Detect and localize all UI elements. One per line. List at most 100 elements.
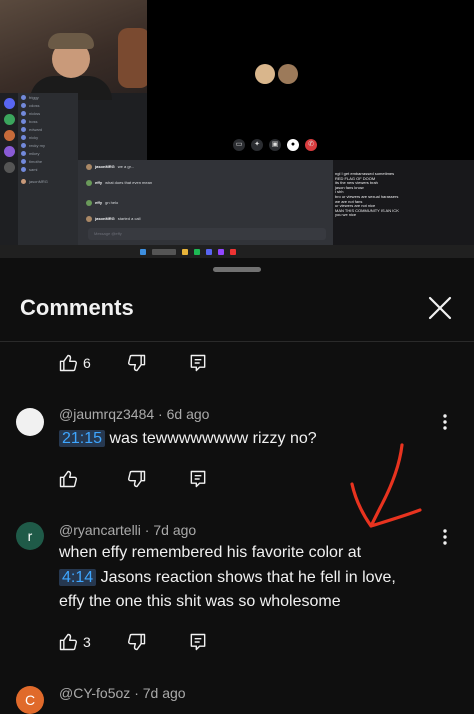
stream-chat-overlay: ngl I get embarrassed sometimes RED FLAG… <box>333 160 474 248</box>
call-controls: ▭ ✦ ▣ ● ✆ <box>233 139 317 151</box>
member-item[interactable]: nicky <box>18 133 78 141</box>
member-item[interactable]: cdoss <box>18 101 78 109</box>
member-avatar <box>21 142 26 148</box>
like-count: 3 <box>83 634 91 650</box>
comment-body: was tewwwwwwww rizzy no? <box>109 430 317 447</box>
member-name: recky my <box>29 142 45 148</box>
dislike-icon[interactable] <box>127 469 147 489</box>
server-rail <box>0 93 18 248</box>
server-icon[interactable] <box>3 162 15 173</box>
reply-icon[interactable] <box>188 353 208 373</box>
meta-separator: · <box>134 685 139 701</box>
like-icon[interactable] <box>58 353 78 373</box>
screenshare-icon[interactable]: ▣ <box>269 139 281 151</box>
chat-author: effy <box>95 180 103 185</box>
avatar-letter: C <box>24 692 36 708</box>
server-icon[interactable] <box>3 146 15 157</box>
server-icon[interactable] <box>3 130 15 141</box>
chat-text: we a gr... <box>117 164 135 169</box>
member-item[interactable]: boss <box>18 117 78 125</box>
more-options-icon[interactable] <box>440 412 450 432</box>
member-avatar <box>21 118 26 124</box>
reply-icon[interactable] <box>188 469 208 489</box>
member-name: sami <box>29 166 38 172</box>
member-avatar <box>21 134 26 140</box>
sheet-title: Comments <box>20 295 134 320</box>
chat-text: what does that even mean <box>105 180 153 185</box>
server-icon[interactable] <box>3 98 15 109</box>
comment-age: 7d ago <box>142 685 186 701</box>
video-player[interactable]: ▭ ✦ ▣ ● ✆ friggy cdoss nickss boss edwar… <box>0 0 474 258</box>
more-options-icon[interactable] <box>440 527 450 547</box>
member-avatar <box>21 158 26 164</box>
divider <box>0 341 474 342</box>
like-icon[interactable] <box>58 632 78 652</box>
meta-separator: · <box>144 522 150 538</box>
member-name: edward <box>29 126 43 132</box>
avatar[interactable]: C <box>16 686 44 714</box>
comment-author[interactable]: @CY-fo5oz <box>59 685 130 701</box>
webcam-overlay <box>0 0 150 100</box>
current-user-name: jasonMRG <box>29 178 48 184</box>
member-list: friggy cdoss nickss boss edward nicky re… <box>18 93 78 248</box>
comment-age: 6d ago <box>166 406 210 422</box>
comment-text-line: 4:14 Jasons reaction shows that he fell … <box>59 566 396 590</box>
member-avatar <box>21 94 26 100</box>
timestamp-link[interactable]: 4:14 <box>59 569 97 586</box>
chat-author: jasonMRG <box>95 216 115 221</box>
chat-message: jasonMRG started a call <box>86 216 140 222</box>
close-icon[interactable] <box>423 291 457 325</box>
chrome-icon <box>230 248 236 255</box>
chair-shape <box>118 28 150 88</box>
mic-icon[interactable]: ● <box>287 139 299 151</box>
chat-text: started a call <box>117 216 141 221</box>
discord-icon <box>206 248 212 255</box>
timestamp-link[interactable]: 21:15 <box>59 430 106 447</box>
comment-text: 21:15 was tewwwwwwww rizzy no? <box>59 427 317 451</box>
member-name: mikey <box>29 150 40 156</box>
comment-author[interactable]: @ryancartelli <box>59 522 141 538</box>
member-avatar <box>21 150 26 156</box>
member-item[interactable]: friggy <box>18 93 78 101</box>
member-name: friggy <box>29 94 39 100</box>
like-count: 6 <box>83 355 91 371</box>
chat-avatar <box>86 180 92 186</box>
chat-avatar <box>86 200 92 206</box>
streamer-hat <box>48 33 94 49</box>
chat-message: effy what does that even mean <box>86 180 152 186</box>
chat-input[interactable]: Message @effy <box>88 228 326 240</box>
comment-text-line: effy the one this shit was so wholesome <box>59 593 341 610</box>
chat-author: effy <box>95 200 103 205</box>
member-item[interactable]: edward <box>18 125 78 133</box>
dislike-icon[interactable] <box>127 353 147 373</box>
discord-call-stage <box>147 0 474 160</box>
member-name: nicky <box>29 134 39 140</box>
activity-icon[interactable]: ✦ <box>251 139 263 151</box>
server-icon[interactable] <box>3 114 15 125</box>
chat-message: effy gn helo <box>86 200 118 206</box>
end-call-icon[interactable]: ✆ <box>305 139 317 151</box>
twitch-icon <box>218 248 224 255</box>
reply-icon[interactable] <box>188 632 208 652</box>
member-name: timothe <box>29 158 43 164</box>
drag-handle[interactable] <box>213 267 261 272</box>
comment-body: Jasons reaction shows that he fell in lo… <box>100 569 396 586</box>
avatar[interactable] <box>16 408 44 436</box>
current-user[interactable]: jasonMRG <box>18 177 78 185</box>
member-avatar <box>21 110 26 116</box>
video-toggle-icon[interactable]: ▭ <box>233 139 245 151</box>
chat-author: jasonMRG <box>95 164 115 169</box>
like-icon[interactable] <box>58 469 78 489</box>
member-item[interactable]: timothe <box>18 157 78 165</box>
dislike-icon[interactable] <box>127 632 147 652</box>
member-item[interactable]: recky my <box>18 141 78 149</box>
member-item[interactable]: nickss <box>18 109 78 117</box>
member-avatar <box>21 126 26 132</box>
member-avatar <box>21 166 26 172</box>
start-icon <box>140 248 146 255</box>
member-item[interactable]: sami <box>18 165 78 173</box>
comment-author[interactable]: @jaumrqz3484 <box>59 406 154 422</box>
member-item[interactable]: mikey <box>18 149 78 157</box>
avatar[interactable]: r <box>16 522 44 550</box>
avatar-letter: r <box>27 528 33 544</box>
